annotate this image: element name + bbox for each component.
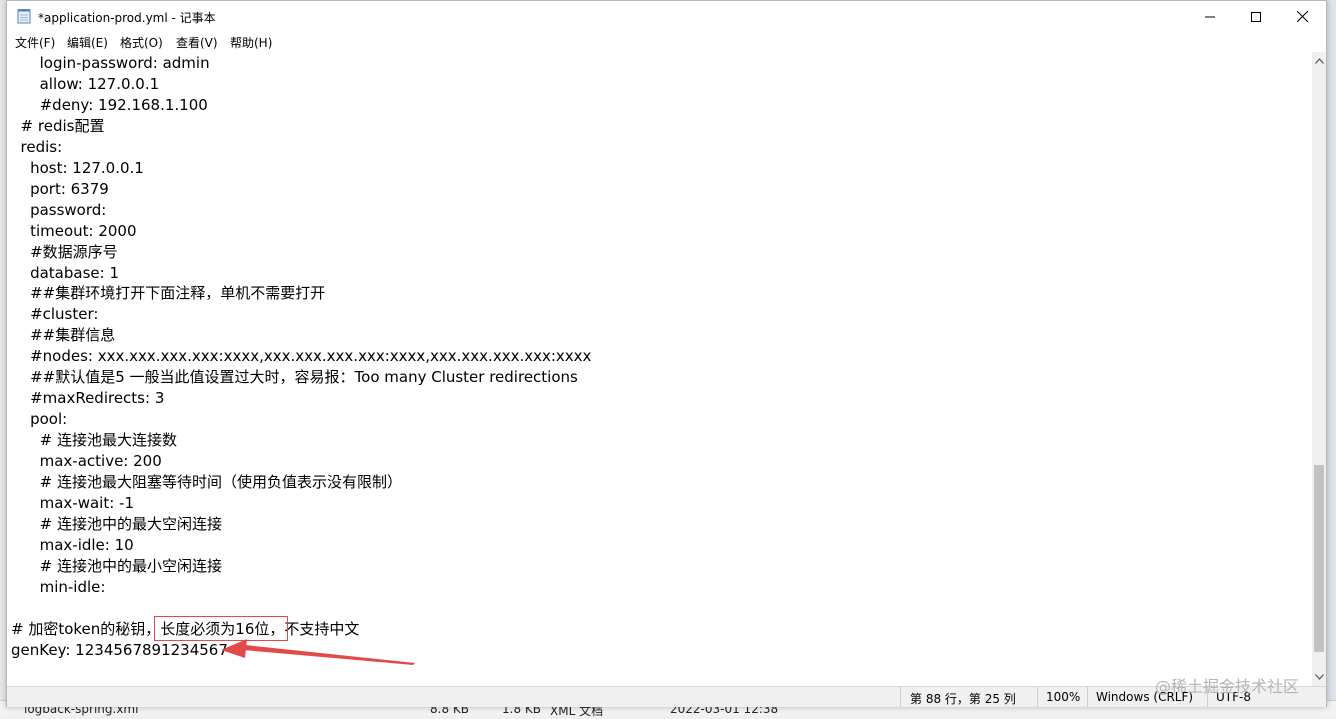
- background-right-strip: [1327, 0, 1336, 714]
- scroll-thumb[interactable]: [1314, 465, 1324, 652]
- maximize-button[interactable]: [1233, 1, 1279, 32]
- editor-line: redis:: [11, 137, 63, 156]
- editor-line: # 连接池中的最小空闲连接: [11, 556, 222, 575]
- editor-line: max-active: 200: [11, 452, 162, 471]
- watermark: @稀土掘金技术社区: [1155, 677, 1300, 696]
- editor-line: # 连接池最大阻塞等待时间（使用负值表示没有限制）: [11, 473, 402, 491]
- editor-line: # redis配置: [11, 116, 105, 135]
- status-separator: [1037, 687, 1038, 707]
- editor-line: #数据源序号: [11, 242, 118, 261]
- editor-line: database: 1: [11, 263, 119, 282]
- minimize-button[interactable]: [1187, 1, 1233, 32]
- editor-line: # 连接池最大连接数: [11, 431, 177, 450]
- editor-line: ##集群信息: [11, 326, 116, 345]
- notepad-icon: [17, 9, 31, 24]
- close-button[interactable]: [1279, 1, 1325, 32]
- editor-line: ##集群环境打开下面注释，单机不需要打开: [11, 284, 326, 303]
- status-bar: 第 88 行，第 25 列 100% Windows (CRLF) UTF-8: [7, 686, 1326, 707]
- text-editor[interactable]: login-password: admin allow: 127.0.0.1 #…: [7, 52, 1313, 686]
- scroll-up-button[interactable]: [1312, 54, 1326, 68]
- status-separator: [1087, 687, 1088, 707]
- maximize-icon: [1251, 11, 1261, 22]
- cursor-position: 第 88 行，第 25 列: [910, 692, 1016, 706]
- chevron-down-icon: [1314, 674, 1324, 680]
- editor-line: pool:: [11, 410, 68, 429]
- editor-line: port: 6379: [11, 179, 109, 198]
- menu-file[interactable]: 文件(F): [15, 34, 55, 51]
- editor-line: host: 127.0.0.1: [11, 158, 144, 177]
- menu-bar: 文件(F) 编辑(E) 格式(O) 查看(V) 帮助(H): [7, 32, 1326, 52]
- editor-line: ##默认值是5 一般当此值设置过大时，容易报：Too many Cluster …: [11, 368, 578, 387]
- menu-view[interactable]: 查看(V): [176, 34, 218, 51]
- editor-line: min-idle:: [11, 577, 106, 596]
- menu-edit[interactable]: 编辑(E): [67, 34, 108, 51]
- title-bar[interactable]: *application-prod.yml - 记事本: [7, 1, 1326, 32]
- editor-line: max-idle: 10: [11, 535, 134, 554]
- vertical-scrollbar[interactable]: [1312, 52, 1326, 686]
- editor-line: genKey: 1234567891234567: [11, 640, 228, 659]
- editor-line: #nodes: xxx.xxx.xxx.xxx:xxxx,xxx.xxx.xxx…: [11, 347, 592, 366]
- menu-help[interactable]: 帮助(H): [230, 34, 272, 51]
- scroll-down-button[interactable]: [1312, 670, 1326, 684]
- highlight-box: [154, 616, 288, 641]
- window-title: *application-prod.yml - 记事本: [38, 11, 216, 25]
- zoom-level: 100%: [1046, 690, 1081, 704]
- menu-format[interactable]: 格式(O): [120, 34, 163, 51]
- editor-line: # 连接池中的最大空闲连接: [11, 514, 222, 533]
- editor-line: login-password: admin: [11, 54, 210, 72]
- status-separator: [900, 687, 901, 707]
- editor-line: allow: 127.0.0.1: [11, 74, 160, 93]
- editor-line: max-wait: -1: [11, 493, 134, 512]
- notepad-window: *application-prod.yml - 记事本 文件(F) 编辑(E) …: [6, 0, 1327, 707]
- minimize-icon: [1205, 16, 1215, 17]
- chevron-up-icon: [1314, 58, 1324, 64]
- editor-line: password:: [11, 200, 107, 219]
- editor-line: #maxRedirects: 3: [11, 389, 165, 408]
- editor-line: #cluster:: [11, 305, 99, 324]
- editor-line: timeout: 2000: [11, 221, 137, 240]
- editor-line: #deny: 192.168.1.100: [11, 95, 208, 114]
- arrow-annotation: [221, 639, 415, 665]
- close-icon: [1296, 11, 1308, 22]
